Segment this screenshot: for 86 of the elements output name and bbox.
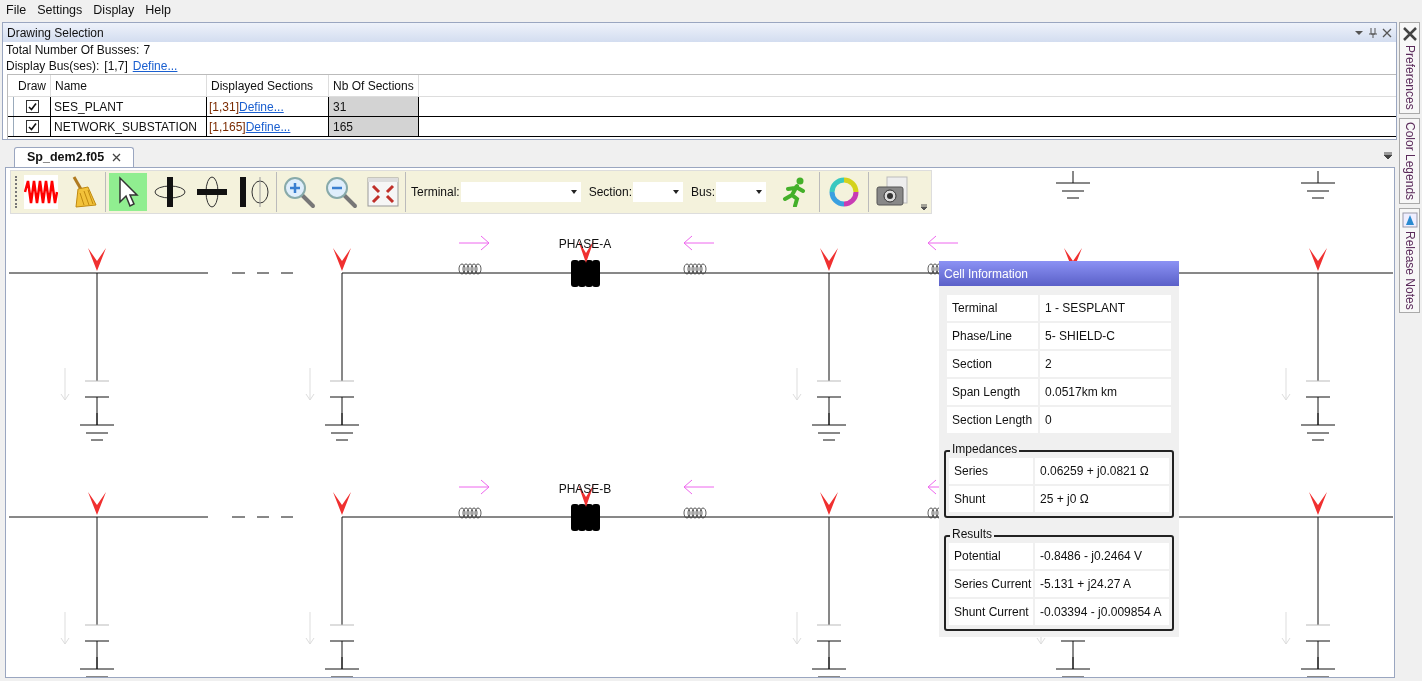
document-tab[interactable]: Sp_dem2.f05 bbox=[14, 147, 135, 167]
arrowhead-marker bbox=[88, 492, 106, 515]
bus-count-value: 7 bbox=[143, 42, 151, 59]
dropdown-icon[interactable] bbox=[1354, 28, 1364, 37]
field-label: Shunt bbox=[949, 486, 1033, 512]
fit-window-icon bbox=[366, 175, 400, 209]
close-icon[interactable] bbox=[1382, 27, 1392, 38]
define-link[interactable]: Define... bbox=[245, 117, 291, 136]
field-value: 0.06259 + j0.0821 Ω bbox=[1035, 458, 1169, 484]
side-tab[interactable]: Preferences bbox=[1399, 22, 1420, 114]
phase-label: PHASE-B bbox=[558, 482, 612, 496]
draw-checkbox[interactable] bbox=[25, 120, 39, 133]
menu-item[interactable]: Display bbox=[93, 0, 135, 20]
arrowhead-marker bbox=[1309, 492, 1327, 515]
field-value: -0.8486 - j0.2464 V bbox=[1035, 543, 1169, 569]
field-label: Terminal bbox=[947, 295, 1038, 321]
zoom-out-icon bbox=[324, 175, 358, 209]
display-buses-value: [1,7] bbox=[104, 58, 128, 75]
bus-label: Bus: bbox=[691, 184, 716, 201]
pointer-icon bbox=[117, 176, 139, 208]
panel-title: Cell Information bbox=[944, 265, 1029, 283]
column-header[interactable]: Nb Of Sections bbox=[329, 75, 419, 96]
arrowhead-marker bbox=[88, 248, 106, 271]
phase-label: PHASE-A bbox=[558, 237, 612, 251]
dropdown-field[interactable] bbox=[716, 182, 767, 202]
field-value: 2 bbox=[1040, 351, 1171, 377]
column-header[interactable]: Draw bbox=[14, 75, 51, 96]
field-value: 5- SHIELD-C bbox=[1040, 323, 1171, 349]
dropdown-icon[interactable] bbox=[1383, 151, 1393, 161]
close-icon[interactable] bbox=[112, 153, 122, 162]
pin-icon[interactable] bbox=[1368, 26, 1378, 39]
terminal-label: Terminal: bbox=[411, 184, 460, 201]
menu-item[interactable]: Settings bbox=[37, 0, 83, 20]
rotate-horizontal-icon bbox=[195, 175, 229, 209]
section-range: [1,31] bbox=[209, 98, 240, 116]
column-header[interactable]: Displayed Sections bbox=[207, 75, 329, 96]
field-label: Span Length bbox=[947, 379, 1038, 405]
toolbar-button[interactable] bbox=[109, 173, 147, 211]
field-value: -5.131 + j24.27 A bbox=[1035, 571, 1169, 597]
field-value: -0.03394 - j0.009854 A bbox=[1035, 599, 1169, 625]
checkmark-icon bbox=[27, 102, 37, 111]
draw-checkbox[interactable] bbox=[25, 100, 39, 113]
field-value: 1 - SESPLANT bbox=[1040, 295, 1171, 321]
table-cell: NETWORK_SUBSTATION bbox=[51, 117, 207, 136]
group-title: Results bbox=[950, 527, 994, 541]
checkmark-icon bbox=[27, 122, 37, 131]
column-header[interactable]: Name bbox=[51, 75, 207, 96]
table-cell: 165 bbox=[329, 117, 419, 136]
menu-item[interactable]: File bbox=[6, 0, 27, 20]
field-label: Potential bbox=[949, 543, 1033, 569]
panel-title: Drawing Selection bbox=[7, 24, 104, 42]
field-value: 0.0517km km bbox=[1040, 379, 1171, 405]
table-cell: SES_PLANT bbox=[51, 97, 207, 116]
dropdown-field[interactable] bbox=[460, 182, 581, 202]
menu-item[interactable]: Help bbox=[145, 0, 172, 20]
arrowhead-marker bbox=[333, 492, 351, 515]
overflow-icon[interactable] bbox=[920, 203, 929, 211]
field-label: Phase/Line bbox=[947, 323, 1038, 349]
dropdown-field[interactable] bbox=[633, 182, 684, 202]
mirror-icon bbox=[237, 175, 271, 209]
notes-icon bbox=[1401, 211, 1418, 228]
field-value: 25 + j0 Ω bbox=[1035, 486, 1169, 512]
field-label: Section bbox=[947, 351, 1038, 377]
arrowhead-marker bbox=[820, 492, 838, 515]
display-buses-label: Display Bus(ses): bbox=[6, 58, 100, 75]
arrowhead-marker bbox=[820, 248, 838, 271]
field-label: Series Current bbox=[949, 571, 1033, 597]
field-label: Section Length bbox=[947, 407, 1038, 433]
bus-count-label: Total Number Of Busses: bbox=[6, 42, 140, 59]
section-label: Section: bbox=[588, 184, 633, 201]
define-link[interactable]: Define... bbox=[132, 57, 178, 75]
section-range: [1,165] bbox=[209, 118, 246, 136]
cycle-icon bbox=[829, 177, 860, 207]
waveform-icon bbox=[24, 175, 58, 209]
rotate-vertical-icon bbox=[153, 175, 187, 209]
side-tab[interactable]: Color Legends bbox=[1399, 117, 1420, 204]
define-link[interactable]: Define... bbox=[239, 97, 284, 116]
field-label: Series bbox=[949, 458, 1033, 484]
field-label: Shunt Current bbox=[949, 599, 1033, 625]
table-cell: 31 bbox=[329, 97, 419, 116]
side-tab[interactable]: Release Notes bbox=[1399, 207, 1420, 314]
zoom-in-icon bbox=[282, 175, 316, 209]
arrowhead-marker bbox=[1309, 248, 1327, 271]
field-value: 0 bbox=[1040, 407, 1171, 433]
arrowhead-marker bbox=[333, 248, 351, 271]
group-title: Impedances bbox=[950, 442, 1020, 456]
